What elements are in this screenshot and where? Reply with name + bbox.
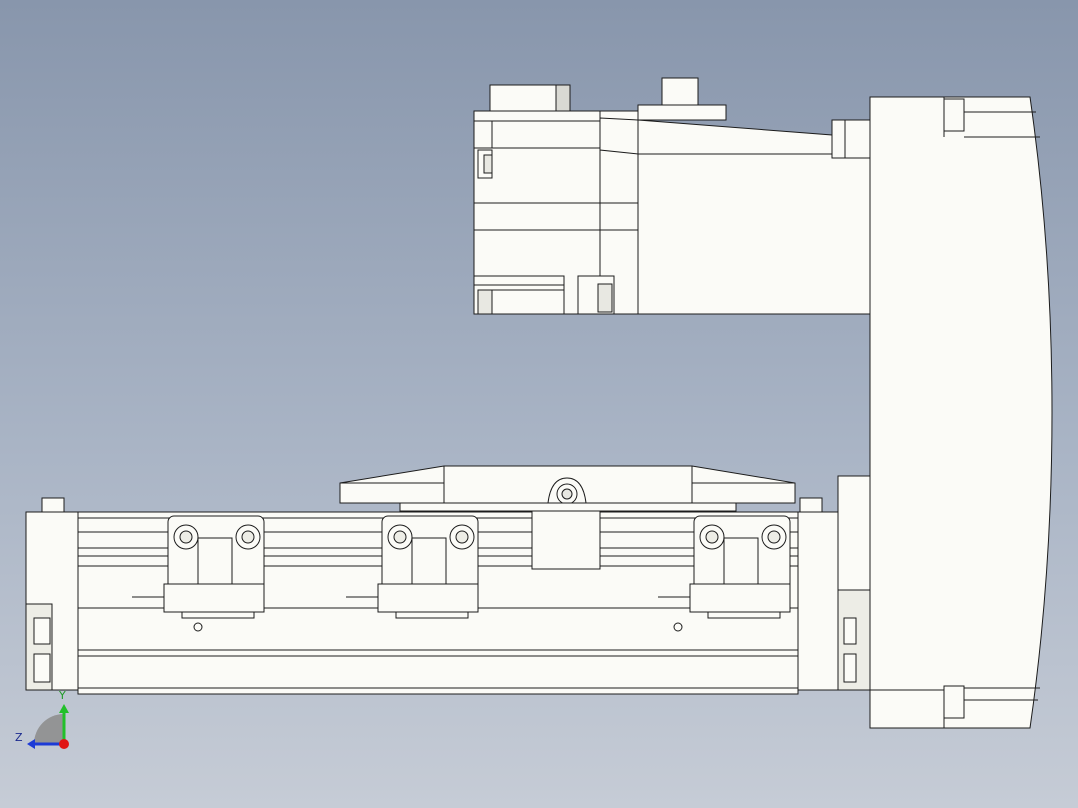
triad-y-label: Y <box>59 689 66 702</box>
triad-z-label: Z <box>15 731 23 744</box>
cad-model-drawing[interactable] <box>0 0 1078 808</box>
orientation-triad[interactable] <box>27 704 69 749</box>
motor-assembly <box>473 77 871 315</box>
cad-viewport[interactable]: Y Z <box>0 0 1078 808</box>
end-housing-right <box>869 96 1053 729</box>
